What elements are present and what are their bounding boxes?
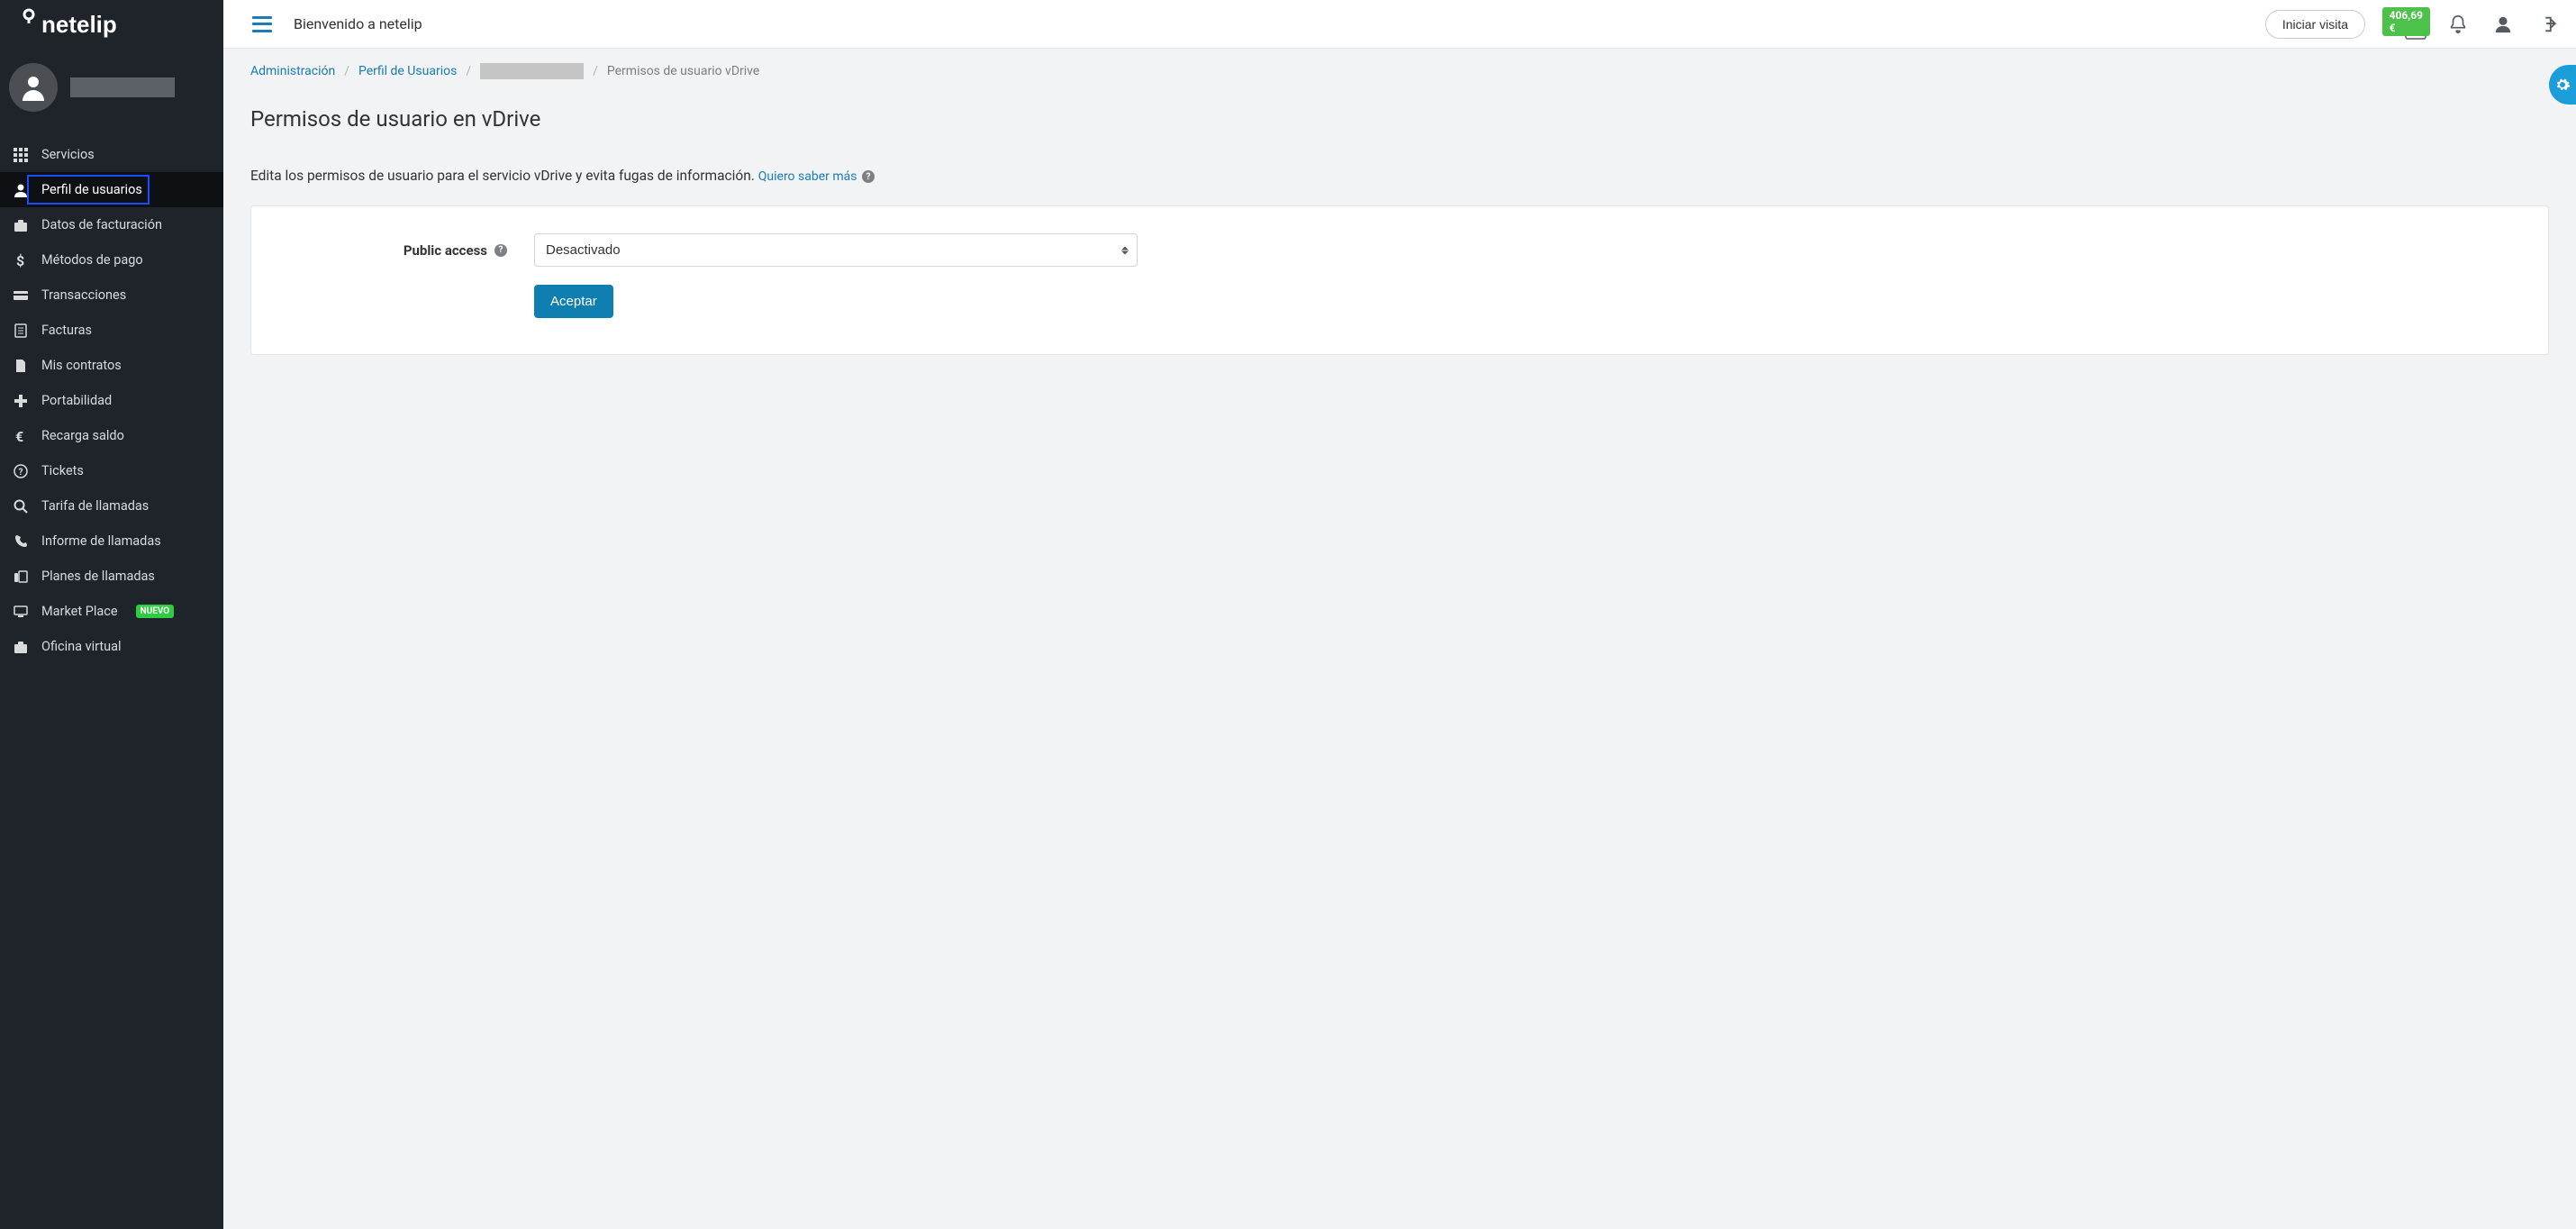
page-title: Permisos de usuario en vDrive [250,106,2549,132]
notifications-icon[interactable] [2444,11,2472,38]
sidebar-item-label: Tarifa de llamadas [41,498,149,514]
new-badge: NUEVO [136,605,175,618]
sidebar-nav: Servicios Perfil de usuarios Datos de fact… [0,128,223,664]
submit-button[interactable]: Aceptar [534,285,613,318]
page-intro: Edita los permisos de usuario para el se… [250,168,2549,184]
sidebar-item-planes-de-llamadas[interactable]: Planes de llamadas [0,559,223,594]
sidebar-item-informe-de-llamadas[interactable]: Informe de llamadas [0,523,223,559]
page-intro-text: Edita los permisos de usuario para el se… [250,168,755,184]
file-icon [13,359,29,373]
sidebar-item-facturas[interactable]: Facturas [0,313,223,348]
public-access-label: Public access ? [273,242,507,259]
euro-icon: € [13,429,29,443]
sidebar-item-métodos-de-pago[interactable]: $ Métodos de pago [0,242,223,278]
dollar-icon: $ [13,253,29,268]
user-name-redacted [70,77,175,97]
phone-icon [13,534,29,549]
svg-text:$: $ [16,253,24,268]
sidebar-item-label: Portabilidad [41,393,112,408]
sidebar-item-label: Métodos de pago [41,252,143,268]
avatar [9,63,58,112]
sidebar-item-servicios[interactable]: Servicios [0,137,223,172]
card-icon [13,288,29,303]
sidebar-item-label: Servicios [41,147,95,162]
sidebar-item-perfil-de-usuarios[interactable]: Perfil de usuarios [0,172,223,207]
logo-area: netelip [0,0,223,54]
sidebar-item-label: Transacciones [41,287,126,303]
balance-amount: 406,69 € [2382,7,2430,36]
learn-more-link[interactable]: Quiero saber más ? [758,169,875,184]
sidebar-item-tarifa-de-llamadas[interactable]: Tarifa de llamadas [0,488,223,523]
sidebar-item-label: Mis contratos [41,358,122,373]
user-menu-icon[interactable] [2490,11,2517,38]
breadcrumb: Administración / Perfil de Usuarios / / Permi… [223,49,2576,92]
logout-icon[interactable] [2535,11,2562,38]
sidebar-item-label: Datos de facturación [41,217,162,232]
svg-text:?: ? [19,468,23,478]
sidebar-item-datos-de-facturación[interactable]: Datos de facturación [0,207,223,242]
breadcrumb-separator: / [593,64,598,78]
sidebar-item-portabilidad[interactable]: Portabilidad [0,383,223,418]
sidebar-item-label: Market Place [41,604,118,619]
sidebar: netelip Servicios Perfil de usuarios Datos… [0,0,223,1229]
plus-icon [13,394,29,408]
welcome-text: Bienvenido a netelip [294,15,422,32]
topbar: Bienvenido a netelip Iniciar visita 406,… [223,0,2576,49]
sidebar-item-tickets[interactable]: ? Tickets [0,453,223,488]
briefcase-icon [13,218,29,232]
sidebar-item-recarga-saldo[interactable]: € Recarga saldo [0,418,223,453]
start-visit-button[interactable]: Iniciar visita [2265,10,2365,39]
help-icon: ? [862,170,875,183]
content: Administración / Perfil de Usuarios / / Permi… [223,49,2576,1229]
hamburger-menu-icon[interactable] [252,16,272,32]
breadcrumb-separator: / [344,64,349,78]
user-profile-area[interactable] [0,54,223,128]
svg-text:€: € [15,429,23,443]
breadcrumb-current: Permisos de usuario vDrive [607,64,759,78]
sidebar-item-label: Oficina virtual [41,639,122,654]
form-card: Public access ? Desactivado [250,205,2549,355]
breadcrumb-separator: / [466,64,471,78]
monitor-icon [13,605,29,619]
sidebar-item-oficina-virtual[interactable]: Oficina virtual [0,629,223,664]
sidebar-item-mis-contratos[interactable]: Mis contratos [0,348,223,383]
balance-widget[interactable]: 406,69 € [2405,9,2426,40]
phone-office-icon [13,569,29,584]
doc-icon [13,323,29,338]
user-icon [13,183,29,197]
grid-icon [13,148,29,162]
sidebar-item-label: Informe de llamadas [41,533,161,549]
sidebar-item-label: Tickets [41,463,84,478]
svg-text:netelip: netelip [41,11,117,38]
breadcrumb-item-redacted [480,63,584,79]
sidebar-item-label: Planes de llamadas [41,569,155,584]
sidebar-item-label: Facturas [41,323,92,338]
sidebar-item-transacciones[interactable]: Transacciones [0,278,223,313]
public-access-select[interactable]: Desactivado [534,233,1138,267]
help-icon[interactable]: ? [494,244,507,257]
search-icon [13,499,29,514]
briefcase-icon [13,640,29,654]
sidebar-item-market-place[interactable]: Market Place NUEVO [0,594,223,629]
public-access-select-input[interactable]: Desactivado [534,233,1138,267]
main-area: Bienvenido a netelip Iniciar visita 406,… [223,0,2576,1229]
brand-logo[interactable]: netelip [18,7,205,40]
sidebar-item-label: Recarga saldo [41,428,124,443]
question-icon: ? [13,464,29,478]
breadcrumb-link[interactable]: Administración [250,64,335,78]
breadcrumb-link[interactable]: Perfil de Usuarios [358,64,457,78]
sidebar-item-label: Perfil de usuarios [41,182,142,197]
